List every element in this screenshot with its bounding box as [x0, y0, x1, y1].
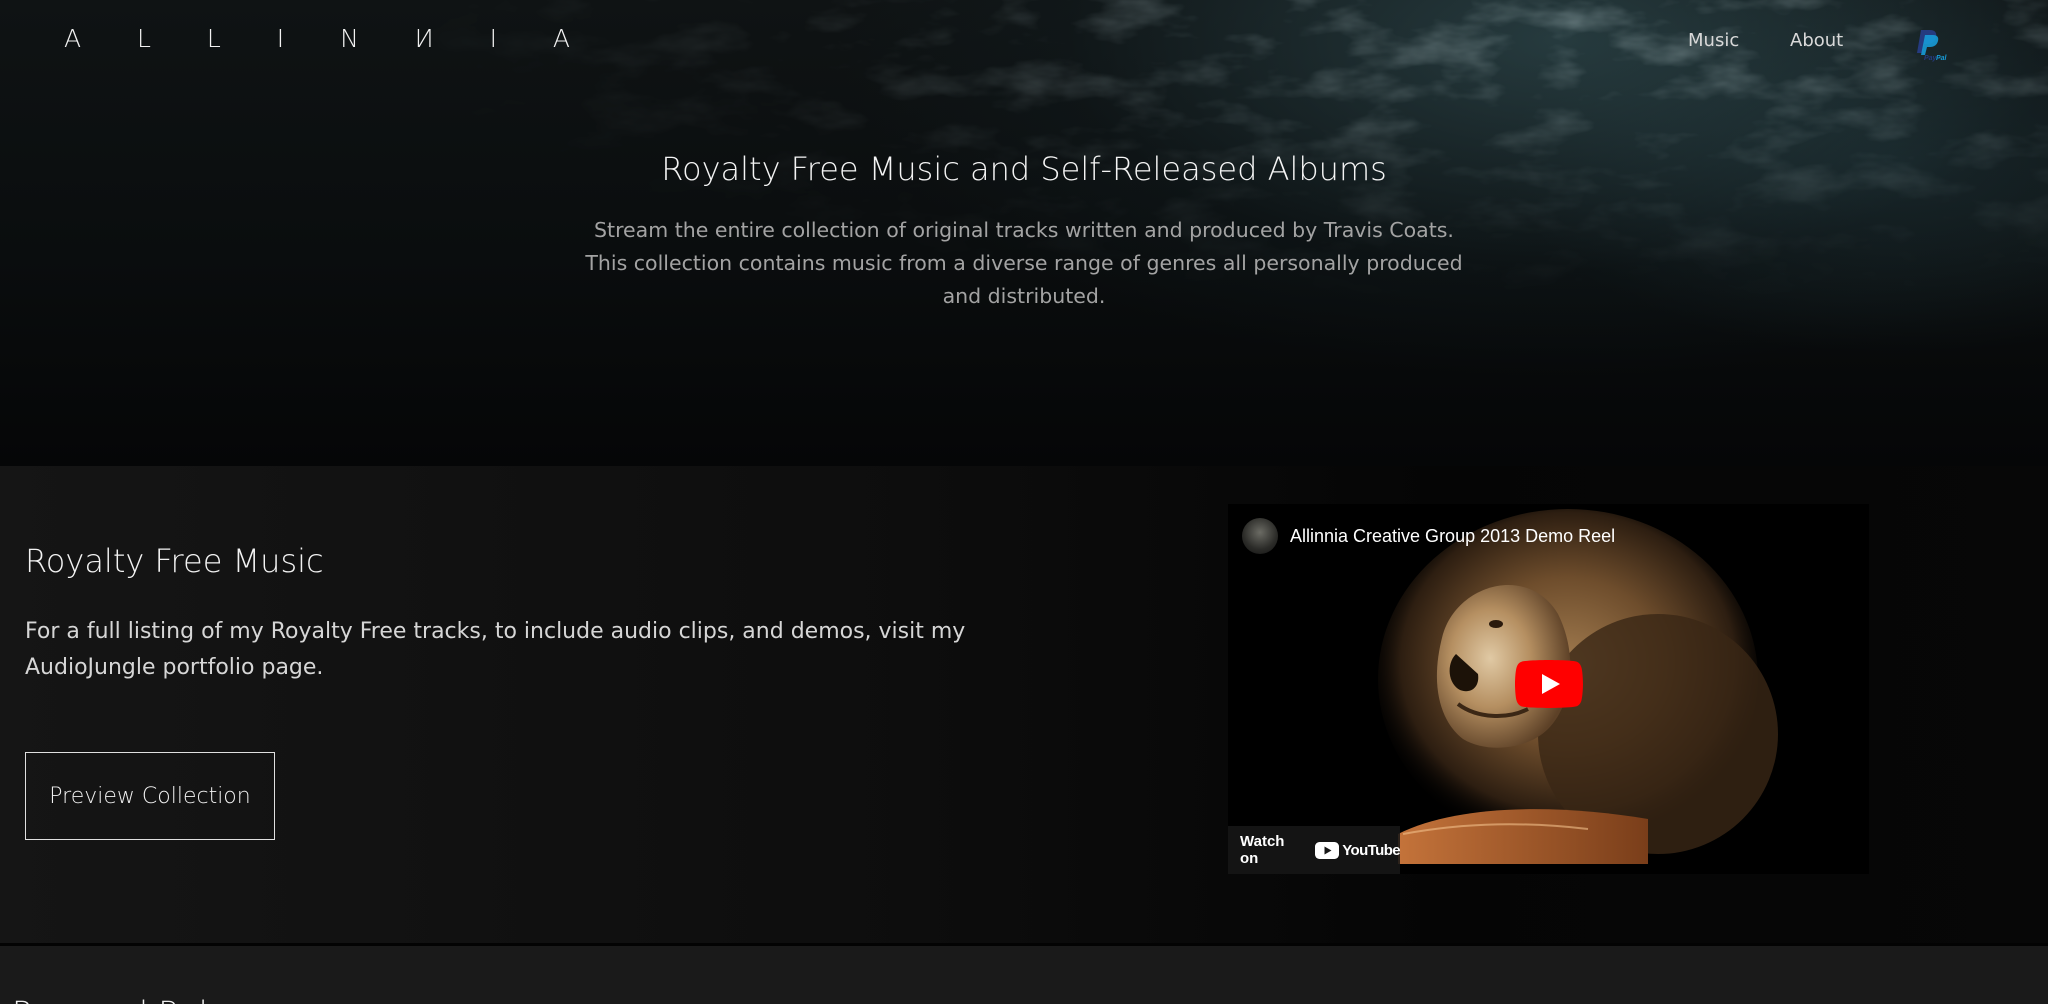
youtube-video-embed[interactable]: Allinnia Creative Group 2013 Demo Reel W…	[1228, 504, 1869, 874]
paypal-icon[interactable]: Pay Pal	[1908, 26, 1948, 62]
site-logo[interactable]: A L L I N И I A	[64, 24, 594, 53]
watch-on-youtube-link[interactable]: Watch on YouTube	[1228, 826, 1401, 874]
youtube-logo: YouTube	[1315, 841, 1401, 859]
nav-music-link[interactable]: Music	[1688, 30, 1739, 51]
nav-about-link[interactable]: About	[1790, 30, 1843, 51]
youtube-play-icon[interactable]	[1515, 660, 1583, 708]
channel-avatar[interactable]	[1242, 518, 1278, 554]
personal-releases-title: Personal Releases	[12, 994, 300, 1004]
hero-title: Royalty Free Music and Self-Released Alb…	[661, 150, 1387, 188]
royalty-free-section: Royalty Free Music For a full listing of…	[0, 466, 2048, 943]
svg-text:Pal: Pal	[1936, 55, 1948, 62]
youtube-logo-icon	[1315, 841, 1340, 859]
preview-collection-button[interactable]: Preview Collection	[25, 752, 275, 840]
royalty-free-description: For a full listing of my Royalty Free tr…	[25, 619, 966, 680]
hero-section: A L L I N И I A Music About Pay Pal Roya…	[0, 0, 2048, 466]
royalty-free-title: Royalty Free Music	[25, 542, 324, 580]
watch-on-label: Watch on	[1240, 833, 1285, 867]
video-title[interactable]: Allinnia Creative Group 2013 Demo Reel	[1290, 526, 1615, 547]
personal-releases-section: Personal Releases	[0, 946, 2048, 1004]
hero-subtitle: Stream the entire collection of original…	[585, 218, 1463, 308]
youtube-wordmark: YouTube	[1342, 841, 1400, 859]
